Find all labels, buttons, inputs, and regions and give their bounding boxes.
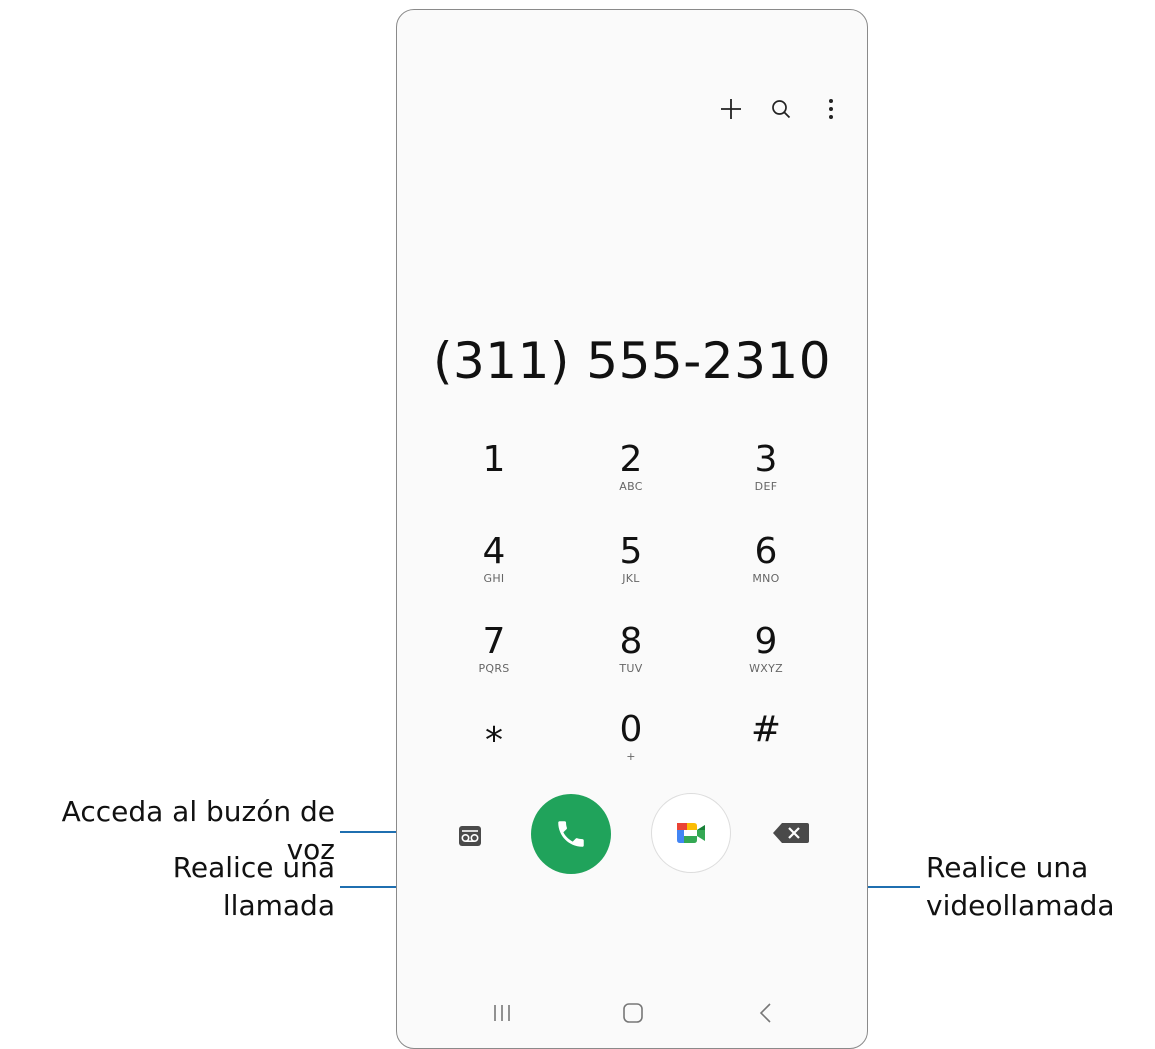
key-3[interactable]: 3 DEF [711,440,821,520]
key-digit: 5 [619,531,643,572]
key-5[interactable]: 5 JKL [576,532,686,612]
key-digit: 2 [619,439,643,480]
callout-call-line1: Realice una [172,851,335,884]
navigation-bar [397,998,867,1028]
key-letters: WXYZ [749,662,783,675]
video-call-button[interactable] [651,793,731,873]
key-7[interactable]: 7 PQRS [439,622,549,702]
key-0[interactable]: 0 + [576,710,686,790]
callout-call: Realice una llamada [0,849,335,925]
key-letters: + [626,750,636,763]
dialed-number: (311) 555-2310 [432,332,832,390]
recents-icon[interactable] [487,998,517,1028]
key-digit: 1 [482,439,506,480]
key-star[interactable]: ⁎ [439,710,549,790]
key-1[interactable]: 1 [439,440,549,520]
key-letters: ABC [619,480,643,493]
key-9[interactable]: 9 WXYZ [711,622,821,702]
home-icon[interactable] [618,998,648,1028]
callout-video-line2: videollamada [926,889,1115,922]
search-icon[interactable] [769,94,793,124]
callout-voicemail-line1: Acceda al buzón de [61,795,335,828]
phone-icon [558,821,584,847]
key-digit: 0 [619,709,643,750]
google-meet-icon [677,823,705,843]
key-digit: 7 [482,621,506,662]
callout-video: Realice una videollamada [926,849,1155,925]
callout-video-line1: Realice una [926,851,1089,884]
key-letters: GHI [483,572,505,585]
key-digit: 8 [619,621,643,662]
key-digit: 9 [754,621,778,662]
key-4[interactable]: 4 GHI [439,532,549,612]
key-letters: TUV [619,662,643,675]
key-letters: DEF [754,480,778,493]
key-6[interactable]: 6 MNO [711,532,821,612]
back-icon[interactable] [751,998,781,1028]
voicemail-icon[interactable] [457,824,483,848]
key-digit: 6 [754,531,778,572]
plus-icon[interactable] [719,94,743,124]
key-letters: JKL [622,572,640,585]
key-hash[interactable]: # [711,710,821,790]
key-letters: MNO [752,572,780,585]
key-2[interactable]: 2 ABC [576,440,686,520]
more-options-icon[interactable] [819,94,843,124]
callout-call-line2: llamada [222,889,335,922]
key-digit: 4 [482,531,506,572]
key-digit: ⁎ [485,709,503,750]
key-digit: # [750,709,782,750]
phone-screen: (311) 555-2310 1 2 ABC 3 DEF 4 GHI 5 JKL… [396,9,868,1049]
key-digit: 3 [754,439,778,480]
backspace-icon[interactable] [771,820,811,846]
key-letters: PQRS [478,662,510,675]
call-button[interactable] [531,794,611,874]
key-8[interactable]: 8 TUV [576,622,686,702]
top-toolbar [719,94,843,124]
